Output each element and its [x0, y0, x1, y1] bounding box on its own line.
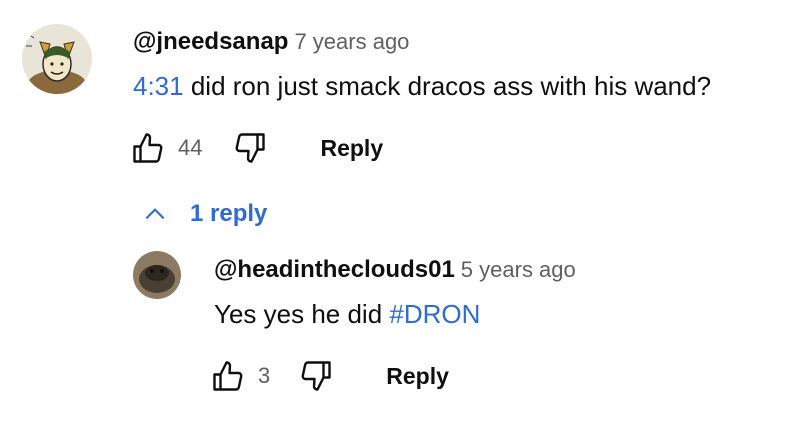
reply-avatar[interactable] — [133, 251, 181, 299]
comment-actions: 44 Reply — [130, 126, 383, 170]
timestamp-link[interactable]: 4:31 — [133, 71, 184, 101]
comment-body: did ron just smack dracos ass with his w… — [183, 71, 712, 101]
hashtag-link[interactable]: #DRON — [389, 299, 480, 329]
comment-avatar[interactable] — [22, 24, 92, 94]
comment-author-line: @jneedsanap 7 years ago — [133, 28, 409, 56]
animal-avatar-icon — [133, 251, 181, 299]
thumbs-up-icon — [213, 361, 243, 391]
replies-toggle[interactable]: 1 reply — [142, 200, 267, 228]
reply-author-line: @headintheclouds01 5 years ago — [214, 256, 576, 284]
thumbs-up-icon — [133, 133, 163, 163]
comment-text: 4:31 did ron just smack dracos ass with … — [133, 70, 711, 102]
reply-body: Yes yes he did — [214, 299, 390, 329]
replies-toggle-label: 1 reply — [190, 200, 268, 227]
dislike-button[interactable] — [232, 130, 268, 166]
reply-like-count: 3 — [258, 363, 271, 388]
reply-author[interactable]: @headintheclouds01 — [214, 256, 455, 283]
chevron-up-icon — [145, 208, 165, 220]
thumbs-down-icon — [236, 133, 266, 163]
like-count: 44 — [178, 135, 203, 160]
reply-actions: 3 Reply — [210, 354, 449, 398]
reply-text: Yes yes he did #DRON — [214, 298, 480, 330]
reply-button[interactable]: Reply — [320, 135, 383, 162]
reply-like-button[interactable] — [210, 358, 246, 394]
comment-author[interactable]: @jneedsanap — [133, 28, 288, 55]
thumbs-down-icon — [301, 361, 331, 391]
reply-time[interactable]: 5 years ago — [461, 257, 576, 282]
like-button[interactable] — [130, 130, 166, 166]
reply-reply-button[interactable]: Reply — [386, 363, 449, 390]
comment-time[interactable]: 7 years ago — [294, 29, 409, 54]
loki-avatar-icon — [22, 24, 92, 94]
reply-dislike-button[interactable] — [298, 358, 334, 394]
